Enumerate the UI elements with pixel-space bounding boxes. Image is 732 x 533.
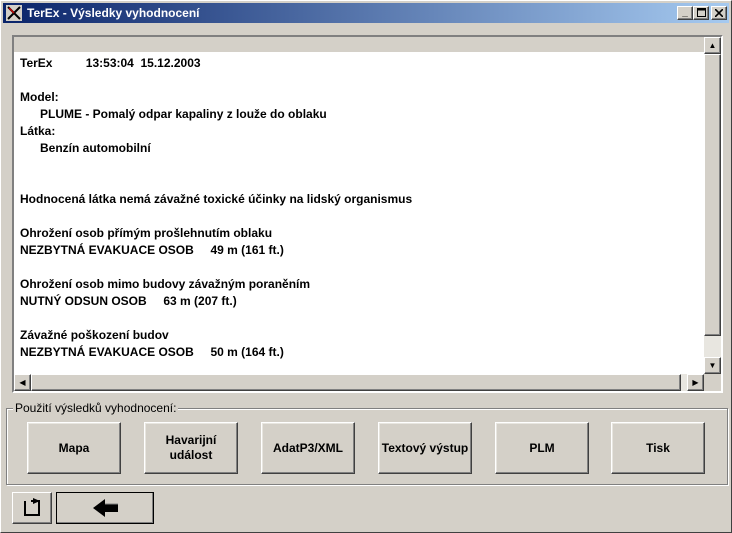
plm-button[interactable]: PLM (495, 422, 589, 474)
emergency-event-button[interactable]: Havarijní událost (144, 422, 238, 474)
horizontal-scroll-thumb[interactable] (31, 374, 681, 391)
scroll-down-button[interactable]: ▼ (704, 357, 721, 374)
horizontal-scrollbar[interactable]: ◀ ▶ (14, 374, 704, 391)
report-line: Závažné poškození budov (20, 328, 169, 342)
report-line: Látka: (20, 124, 56, 138)
arrow-down-icon: ▼ (708, 361, 717, 370)
text-top-band (14, 37, 704, 52)
scroll-left-button[interactable]: ◀ (14, 374, 31, 391)
report-line: Ohrožení osob přímým prošlehnutím oblaku (20, 226, 273, 240)
report-line: PLUME - Pomalý odpar kapaliny z louže do… (40, 107, 327, 121)
refresh-icon (24, 498, 40, 516)
adatp3-xml-button[interactable]: AdatP3/XML (261, 422, 355, 474)
scroll-up-button[interactable]: ▲ (704, 37, 721, 54)
main-window: TerEx - Výsledky vyhodnocení _ TerEx 13:… (0, 0, 732, 533)
maximize-button[interactable] (693, 6, 709, 20)
report-line: Benzín automobilní (40, 141, 151, 155)
arrow-left-icon: ◀ (19, 378, 26, 387)
scroll-right-button[interactable]: ▶ (687, 374, 704, 391)
text-output-button[interactable]: Textový výstup (378, 422, 472, 474)
terex-app-icon (6, 5, 22, 21)
window-title: TerEx - Výsledky vyhodnocení (27, 6, 200, 20)
scrollbar-corner (704, 374, 721, 391)
report-line: NEZBYTNÁ EVAKUACE OSOB 49 m (161 ft.) (20, 243, 284, 257)
arrow-right-icon: ▶ (692, 378, 699, 387)
usage-group-label: Použití výsledků vyhodnocení: (13, 401, 179, 415)
close-button[interactable] (711, 6, 727, 20)
refresh-button[interactable] (12, 492, 52, 524)
report-line: TerEx 13:53:04 15.12.2003 (20, 56, 201, 70)
back-arrow-icon (93, 499, 118, 517)
vertical-scrollbar[interactable]: ▲ ▼ (704, 37, 721, 374)
report-line: Hodnocená látka nemá závažné toxické úči… (20, 192, 413, 206)
vertical-scroll-thumb[interactable] (704, 54, 721, 336)
report-line: Model: (20, 90, 59, 104)
back-button[interactable] (56, 492, 154, 524)
results-text-area[interactable]: TerEx 13:53:04 15.12.2003 Model: PLUME - P… (12, 35, 723, 393)
title-bar[interactable]: TerEx - Výsledky vyhodnocení _ (3, 3, 729, 23)
report-line: Ohrožení osob mimo budovy závažným poran… (20, 277, 311, 291)
maximize-icon (696, 8, 706, 17)
print-button[interactable]: Tisk (611, 422, 705, 474)
report-line: NUTNÝ ODSUN OSOB 63 m (207 ft.) (20, 294, 237, 308)
minimize-icon: _ (682, 7, 688, 18)
report-line: NEZBYTNÁ EVAKUACE OSOB 50 m (164 ft.) (20, 345, 284, 359)
results-text-content: TerEx 13:53:04 15.12.2003 Model: PLUME - P… (14, 37, 704, 374)
minimize-button[interactable]: _ (677, 6, 693, 20)
arrow-up-icon: ▲ (708, 41, 717, 50)
close-icon (714, 8, 724, 18)
map-button[interactable]: Mapa (27, 422, 121, 474)
